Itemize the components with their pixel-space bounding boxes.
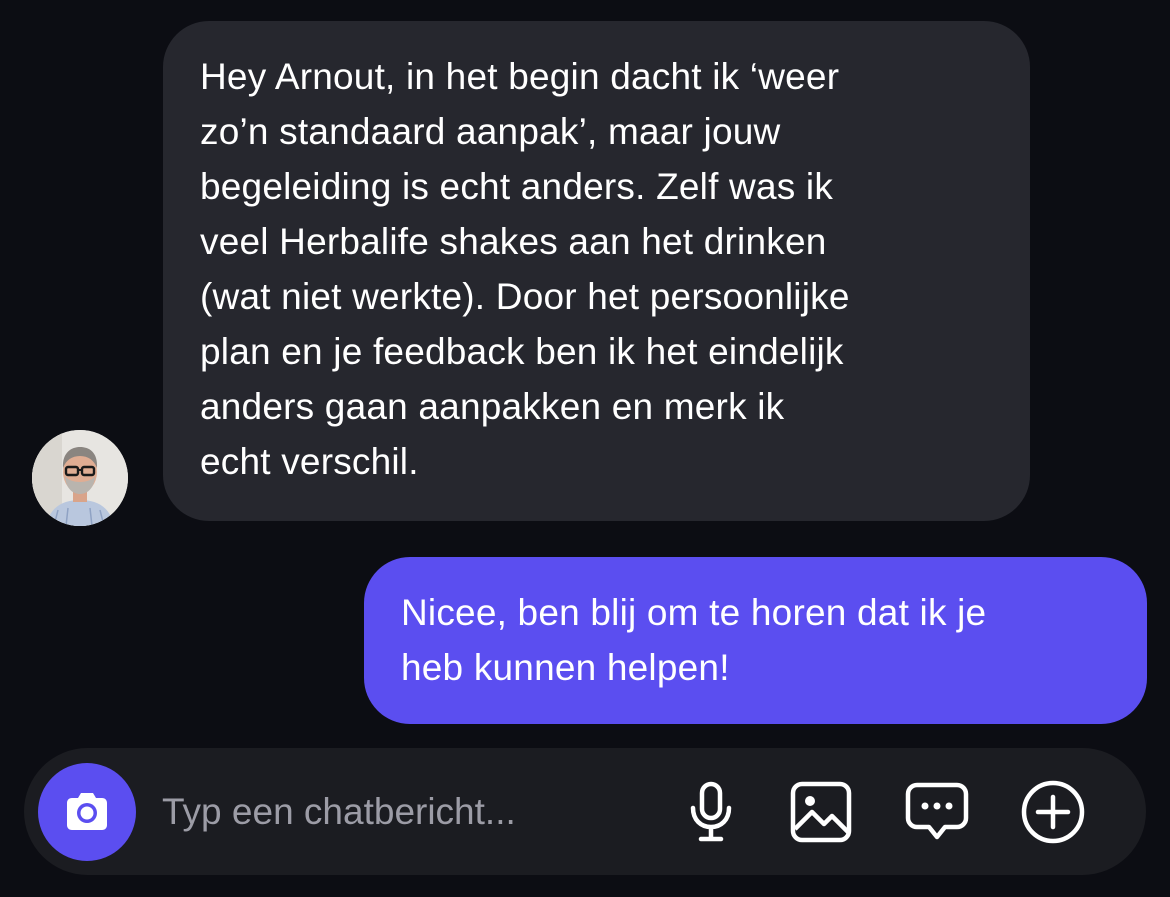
message-line: begeleiding is echt anders. Zelf was ik (200, 166, 834, 207)
message-line: echt verschil. (200, 441, 419, 482)
chat-bubble-icon (905, 782, 969, 840)
image-icon (790, 781, 852, 843)
message-input[interactable] (162, 785, 632, 839)
outgoing-message-bubble[interactable]: Nicee, ben blij om te horen dat ik je he… (364, 557, 1147, 724)
incoming-message-bubble[interactable]: Hey Arnout, in het begin dacht ik ‘weer … (163, 21, 1030, 521)
message-line: (wat niet werkte). Door het persoonlijke (200, 276, 850, 317)
message-thread: Hey Arnout, in het begin dacht ik ‘weer … (0, 0, 1170, 740)
microphone-icon (690, 781, 732, 842)
message-line: heb kunnen helpen! (401, 647, 730, 688)
message-line: veel Herbalife shakes aan het drinken (200, 221, 827, 262)
voice-message-button[interactable] (675, 776, 747, 848)
plus-circle-icon (1021, 780, 1085, 844)
message-line: Nicee, ben blij om te horen dat ik je (401, 592, 987, 633)
sender-avatar[interactable] (32, 430, 128, 526)
message-line: zo’n standaard aanpak’, maar jouw (200, 111, 781, 152)
add-attachment-button[interactable] (1017, 776, 1089, 848)
gallery-button[interactable] (785, 776, 857, 848)
person-photo-avatar (32, 430, 128, 526)
message-line: plan en je feedback ben ik het eindelijk (200, 331, 844, 372)
camera-icon (67, 793, 107, 830)
message-composer (24, 748, 1146, 875)
camera-button[interactable] (38, 763, 136, 861)
chat-options-button[interactable] (901, 776, 973, 848)
message-line: Hey Arnout, in het begin dacht ik ‘weer (200, 56, 840, 97)
message-line: anders gaan aanpakken en merk ik (200, 386, 785, 427)
